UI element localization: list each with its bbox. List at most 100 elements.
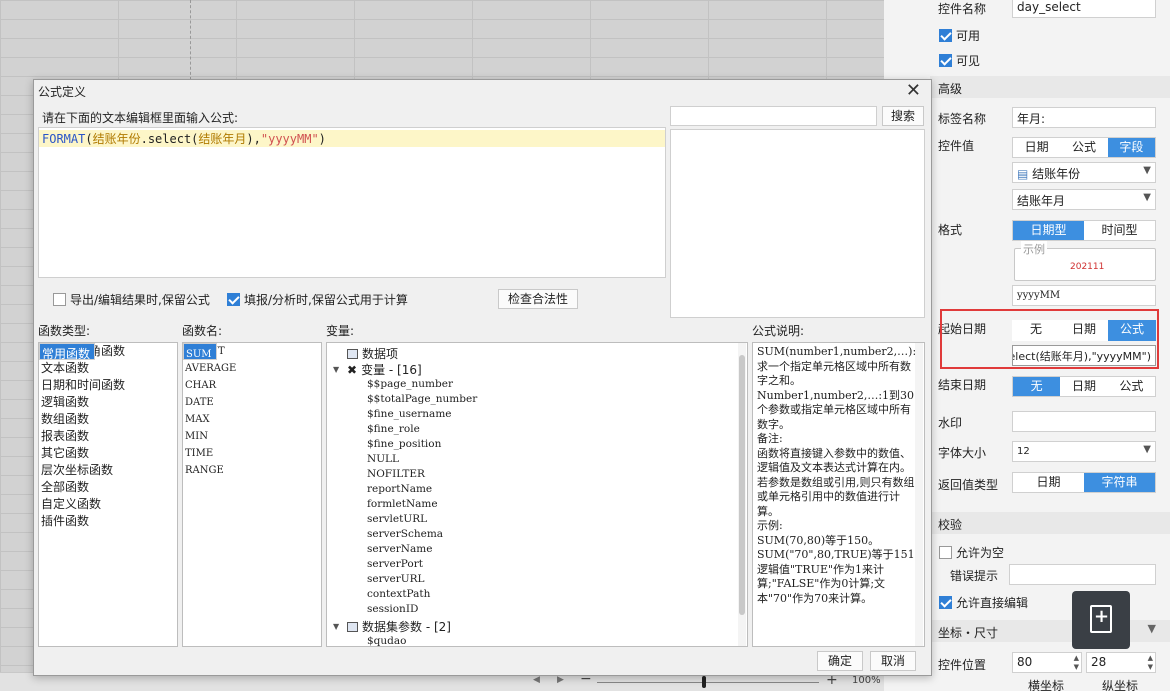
tree-leaf[interactable]: serverSchema bbox=[367, 528, 443, 540]
scroll-left-icon[interactable]: ◀ bbox=[533, 675, 540, 685]
pos-y-spinner[interactable]: 28 ▲ ▼ bbox=[1086, 652, 1156, 673]
list-item[interactable]: DATE bbox=[183, 394, 321, 411]
spin-up-icon[interactable]: ▲ bbox=[1148, 654, 1153, 662]
zoom-slider[interactable] bbox=[597, 682, 819, 683]
list-item[interactable]: 报表函数 bbox=[39, 428, 177, 445]
list-item[interactable]: 插件函数 bbox=[39, 513, 177, 530]
ok-button[interactable]: 确定 bbox=[817, 651, 863, 671]
list-item[interactable]: SUM bbox=[183, 343, 217, 360]
control-value-formula[interactable]: 公式 bbox=[1060, 138, 1107, 157]
list-item[interactable]: 自定义函数 bbox=[39, 496, 177, 513]
fill-keep-checkbox[interactable]: 填报/分析时,保留公式用于计算 bbox=[227, 291, 408, 308]
list-item[interactable]: RANGE bbox=[183, 462, 321, 479]
list-item[interactable]: TIME bbox=[183, 445, 321, 462]
list-item[interactable]: 层次坐标函数 bbox=[39, 462, 177, 479]
spin-up-icon[interactable]: ▲ bbox=[1074, 654, 1079, 662]
tree-scrollbar[interactable] bbox=[738, 343, 746, 646]
formula-token: ), bbox=[246, 132, 261, 146]
tree-node-label: 数据集参数 - [2] bbox=[362, 620, 451, 634]
coords-section-header[interactable]: 坐标・尺寸 ▼ bbox=[930, 620, 1170, 642]
spin-down-icon[interactable]: ▼ bbox=[1148, 663, 1153, 671]
return-type-date[interactable]: 日期 bbox=[1013, 473, 1084, 492]
error-hint-input[interactable] bbox=[1009, 564, 1156, 585]
format-toggle: 日期型 时间型 bbox=[1012, 220, 1156, 241]
end-date-date[interactable]: 日期 bbox=[1060, 377, 1107, 396]
font-size-select[interactable]: 12 ▼ bbox=[1012, 441, 1156, 462]
tree-leaf[interactable]: reportName bbox=[367, 483, 432, 495]
advanced-section-header[interactable]: 高级 bbox=[930, 76, 1170, 98]
formula-line[interactable]: FORMAT(结账年份.select(结账年月),"yyyyMM") bbox=[39, 130, 665, 147]
tree-leaf[interactable]: serverName bbox=[367, 543, 432, 555]
tree-leaf[interactable]: serverURL bbox=[367, 573, 425, 585]
search-input[interactable] bbox=[670, 106, 877, 126]
zoom-slider-thumb[interactable] bbox=[702, 676, 706, 688]
tree-node-dataset-params[interactable]: 数据集参数 - [2] bbox=[347, 618, 451, 635]
export-keep-checkbox[interactable]: 导出/编辑结果时,保留公式 bbox=[53, 291, 210, 308]
list-item[interactable]: 逻辑函数 bbox=[39, 394, 177, 411]
dataset-select[interactable]: ▤ 结账年份 ▼ bbox=[1012, 162, 1156, 183]
tree-leaf[interactable]: sessionID bbox=[367, 603, 418, 615]
control-name-input[interactable]: day_select bbox=[1012, 0, 1156, 18]
chevron-down-icon: ▼ bbox=[1143, 444, 1151, 455]
control-value-date[interactable]: 日期 bbox=[1013, 138, 1060, 157]
new-file-button[interactable]: + bbox=[1072, 591, 1130, 649]
tree-leaf[interactable]: $$totalPage_number bbox=[367, 393, 477, 405]
search-button[interactable]: 搜索 bbox=[882, 106, 924, 126]
formula-token: ( bbox=[85, 132, 93, 146]
end-date-none[interactable]: 无 bbox=[1013, 377, 1061, 396]
tree-leaf[interactable]: formletName bbox=[367, 498, 438, 510]
return-type-string[interactable]: 字符串 bbox=[1084, 473, 1155, 492]
list-item[interactable]: 常用函数 bbox=[39, 343, 96, 361]
format-pattern-input[interactable]: yyyyMM bbox=[1012, 285, 1156, 306]
tree-leaf[interactable]: serverPort bbox=[367, 558, 423, 570]
end-date-formula[interactable]: 公式 bbox=[1108, 377, 1155, 396]
tree-node-variables[interactable]: ✖ 变量 - [16] bbox=[347, 361, 422, 378]
cancel-button[interactable]: 取消 bbox=[870, 651, 916, 671]
tree-node-data-item[interactable]: 数据项 bbox=[347, 345, 398, 362]
collapse-icon[interactable]: ▼ bbox=[333, 365, 339, 374]
control-value-field[interactable]: 字段 bbox=[1107, 138, 1155, 157]
formula-editor[interactable]: FORMAT(结账年份.select(结账年月),"yyyyMM") bbox=[38, 127, 666, 278]
tree-leaf[interactable]: $fine_role bbox=[367, 423, 420, 435]
font-size-label: 字体大小 bbox=[938, 446, 987, 460]
collapse-icon[interactable]: ▼ bbox=[333, 622, 339, 631]
tree-leaf[interactable]: NOFILTER bbox=[367, 468, 425, 480]
list-item[interactable]: 其它函数 bbox=[39, 445, 177, 462]
pos-x-spinner[interactable]: 80 ▲ ▼ bbox=[1012, 652, 1082, 673]
list-item[interactable]: 全部函数 bbox=[39, 479, 177, 496]
tree-leaf[interactable]: $fine_username bbox=[367, 408, 452, 420]
chevron-down-icon: ▼ bbox=[1147, 622, 1156, 635]
format-time-type[interactable]: 时间型 bbox=[1084, 221, 1155, 240]
list-item[interactable]: 数组函数 bbox=[39, 411, 177, 428]
check-validity-button[interactable]: 检查合法性 bbox=[498, 289, 578, 309]
validation-section-header[interactable]: 校验 bbox=[930, 512, 1170, 534]
tree-leaf[interactable]: $qudao bbox=[367, 635, 406, 646]
list-item[interactable]: MAX bbox=[183, 411, 321, 428]
formula-dialog: 公式定义 ✕ 请在下面的文本编辑框里面输入公式: FORMAT(结账年份.sel… bbox=[33, 79, 932, 676]
control-value-toggle: 日期 公式 字段 bbox=[1012, 137, 1156, 158]
list-item[interactable]: CHAR bbox=[183, 377, 321, 394]
return-type-toggle: 日期 字符串 bbox=[1012, 472, 1156, 493]
enabled-checkbox[interactable]: 可用 bbox=[939, 27, 980, 44]
scroll-right-icon[interactable]: ▶ bbox=[557, 675, 564, 685]
scrollbar-thumb[interactable] bbox=[739, 355, 745, 615]
sample-legend: 示例 bbox=[1021, 241, 1047, 257]
fn-type-list: 常用函数 数学和三角函数 文本函数 日期和时间函数 逻辑函数 数组函数 报表函数… bbox=[38, 342, 178, 647]
tree-leaf[interactable]: $fine_position bbox=[367, 438, 441, 450]
tree-leaf[interactable]: NULL bbox=[367, 453, 399, 465]
format-date-type[interactable]: 日期型 bbox=[1013, 221, 1084, 240]
allow-empty-checkbox[interactable]: 允许为空 bbox=[939, 544, 1004, 561]
tag-name-input[interactable]: 年月: bbox=[1012, 107, 1156, 128]
spin-down-icon[interactable]: ▼ bbox=[1074, 663, 1079, 671]
tree-leaf[interactable]: $$page_number bbox=[367, 378, 453, 390]
field-select[interactable]: 结账年月 ▼ bbox=[1012, 189, 1156, 210]
list-item[interactable]: 日期和时间函数 bbox=[39, 377, 177, 394]
tree-leaf[interactable]: servletURL bbox=[367, 513, 427, 525]
watermark-input[interactable] bbox=[1012, 411, 1156, 432]
tree-leaf[interactable]: contextPath bbox=[367, 588, 430, 600]
close-icon[interactable]: ✕ bbox=[906, 80, 921, 101]
list-item[interactable]: MIN bbox=[183, 428, 321, 445]
visible-checkbox[interactable]: 可见 bbox=[939, 52, 980, 69]
description-scrollbar[interactable] bbox=[915, 343, 923, 646]
allow-edit-checkbox[interactable]: 允许直接编辑 bbox=[939, 594, 1028, 611]
